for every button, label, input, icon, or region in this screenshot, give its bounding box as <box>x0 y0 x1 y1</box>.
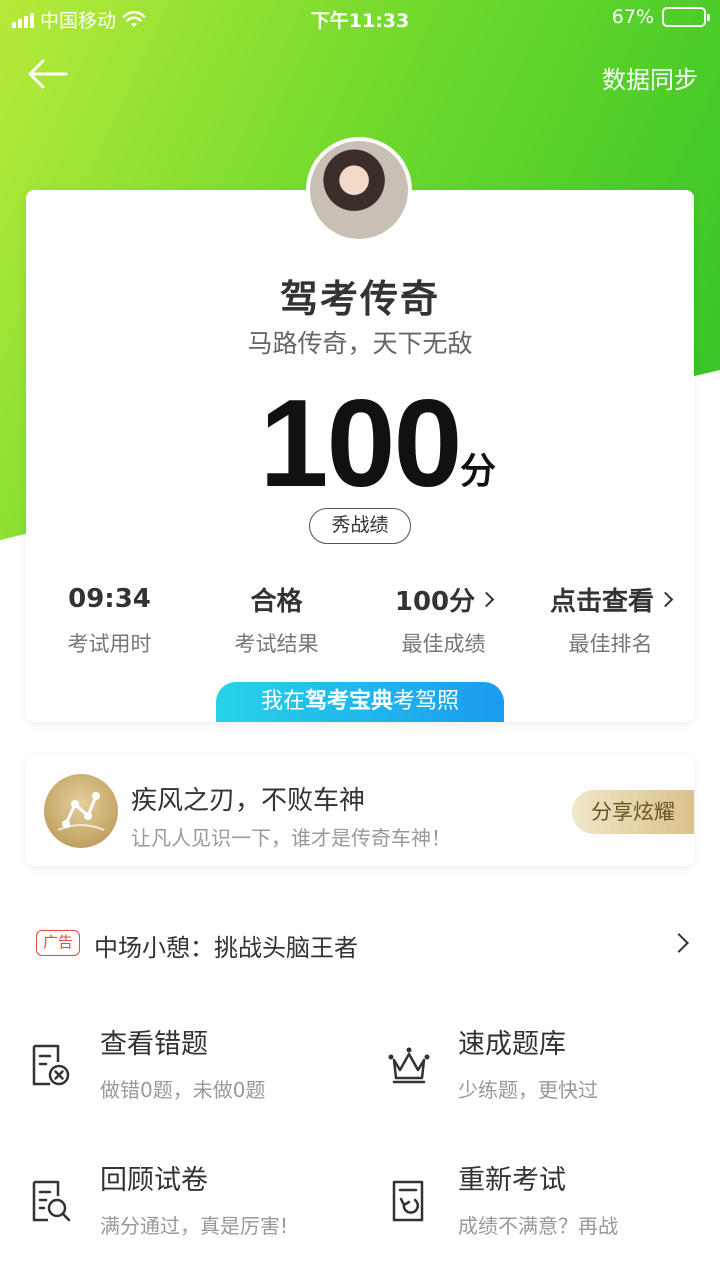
promo-brand: 驾考宝典 <box>304 689 393 714</box>
stat-label: 考试用时 <box>67 632 152 656</box>
action-desc: 少练题，更快过 <box>458 1078 598 1102</box>
score-unit: 分 <box>460 451 497 492</box>
view-wrong-questions-button[interactable]: 查看错题 做错0题，未做0题 <box>28 1022 358 1122</box>
score-value: 100 <box>259 375 463 513</box>
action-title: 查看错题 <box>100 1029 208 1060</box>
wrong-questions-icon <box>32 1044 70 1086</box>
share-button[interactable]: 分享炫耀 <box>572 790 694 834</box>
retake-exam-icon <box>392 1180 424 1222</box>
quick-question-bank-button[interactable]: 速成题库 少练题，更快过 <box>386 1022 716 1122</box>
action-desc: 成绩不满意？再战 <box>458 1214 618 1238</box>
retake-exam-button[interactable]: 重新考试 成绩不满意？再战 <box>386 1158 716 1258</box>
avatar[interactable] <box>306 137 412 243</box>
score-display: 100 分 <box>26 382 694 506</box>
stat-label: 最佳成绩 <box>401 632 486 656</box>
stat-value: 合格 <box>250 586 303 617</box>
exam-subtitle: 马路传奇，天下无敌 <box>247 329 473 358</box>
review-paper-icon <box>32 1180 71 1222</box>
stat-exam-time: 09:34 考试用时 <box>26 582 193 658</box>
battery-percent: 67% <box>611 6 654 28</box>
stat-value: 点击查看 <box>549 586 654 617</box>
arrow-left-icon[interactable] <box>26 56 70 92</box>
stat-value: 09:34 <box>68 584 151 614</box>
stat-best-score[interactable]: 100分 最佳成绩 <box>360 582 527 658</box>
promo-prefix: 我在 <box>260 689 305 714</box>
stat-label: 最佳排名 <box>568 632 653 656</box>
action-desc: 做错0题，未做0题 <box>100 1078 266 1102</box>
share-card: 疾风之刃，不败车神 让凡人见识一下，谁才是传奇车神！ 分享炫耀 <box>26 756 694 866</box>
stat-exam-result: 合格 考试结果 <box>193 582 360 658</box>
action-title: 重新考试 <box>458 1165 566 1196</box>
promo-suffix: 考驾照 <box>393 689 460 714</box>
trophy-chart-icon <box>44 774 118 848</box>
crown-icon <box>388 1047 430 1084</box>
status-bar: 中国移动 下午11:33 67% <box>0 0 720 36</box>
share-description: 让凡人见识一下，谁才是传奇车神！ <box>131 826 451 850</box>
chevron-right-icon <box>669 933 689 953</box>
action-desc: 满分通过，真是厉害! <box>100 1214 289 1238</box>
battery-icon <box>662 7 710 27</box>
ad-text: 中场小憩：挑战头脑王者 <box>94 934 358 962</box>
promo-banner: 我在驾考宝典考驾照 <box>216 682 504 722</box>
action-title: 速成题库 <box>458 1029 566 1060</box>
stat-best-rank[interactable]: 点击查看 最佳排名 <box>527 582 694 658</box>
stat-label: 考试结果 <box>234 632 319 656</box>
chevron-right-icon <box>657 591 674 607</box>
share-title: 疾风之刃，不败车神 <box>131 786 366 816</box>
stats-row: 09:34 考试用时 合格 考试结果 100分 最佳成绩 点击查看 最佳排名 <box>26 582 694 658</box>
ad-row[interactable]: 广告 中场小憩：挑战头脑王者 <box>0 920 720 968</box>
result-card: 驾考传奇 马路传奇，天下无敌 100 分 秀战绩 09:34 考试用时 合格 考… <box>26 190 694 722</box>
status-right: 67% <box>611 6 710 28</box>
exam-title: 驾考传奇 <box>279 277 440 321</box>
chevron-right-icon <box>478 591 495 607</box>
ad-badge: 广告 <box>36 930 80 956</box>
stat-value: 100分 <box>394 586 476 617</box>
show-results-button[interactable]: 秀战绩 <box>309 508 411 544</box>
review-paper-button[interactable]: 回顾试卷 满分通过，真是厉害! <box>28 1158 358 1258</box>
data-sync-button[interactable]: 数据同步 <box>602 60 698 95</box>
action-title: 回顾试卷 <box>100 1165 208 1196</box>
